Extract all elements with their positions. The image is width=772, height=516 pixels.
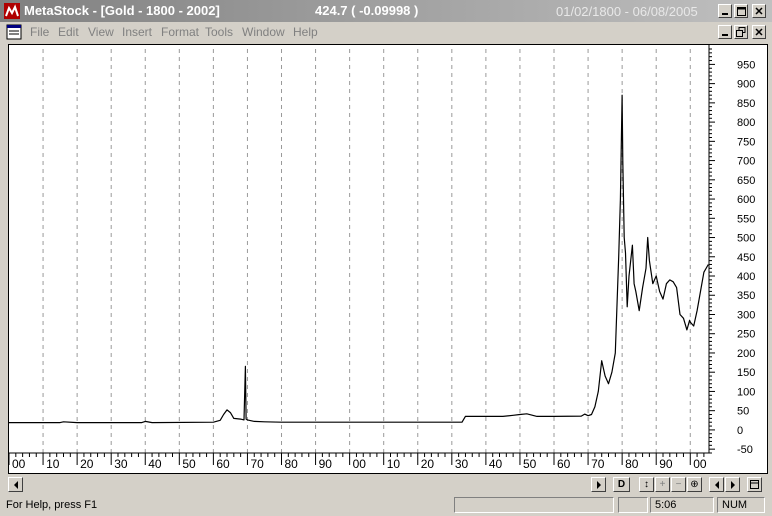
y-tick-label: 650: [737, 175, 755, 187]
scale-button[interactable]: ↕: [639, 477, 654, 492]
gold-price-line: [9, 94, 709, 424]
zoom-out-button[interactable]: −: [671, 477, 686, 492]
menu-file[interactable]: File: [30, 25, 49, 39]
x-tick-label: 40: [489, 457, 503, 471]
y-tick-label: 750: [737, 136, 755, 148]
document-icon[interactable]: [6, 24, 22, 40]
y-tick-label: 850: [737, 98, 755, 110]
menu-view[interactable]: View: [88, 25, 114, 39]
restore-icon: [736, 27, 746, 37]
x-tick-label: 10: [387, 457, 401, 471]
y-tick-label: 950: [737, 59, 755, 71]
x-tick-label: 00: [693, 457, 707, 471]
y-tick-label: 250: [737, 329, 755, 341]
doc-restore-button[interactable]: [734, 25, 748, 39]
window-title: MetaStock - [Gold - 1800 - 2002]: [24, 3, 220, 18]
x-tick-label: 00: [12, 457, 26, 471]
minimize-icon: [722, 34, 728, 36]
title-bar: MetaStock - [Gold - 1800 - 2002] 424.7 (…: [0, 0, 772, 22]
arrow-left-icon: [714, 480, 719, 489]
horizontal-scrollbar[interactable]: D ↕ + − ⊕: [8, 476, 768, 493]
chart-window[interactable]: -50 0 50 100 150 200 250 300 350 400 450 500 550 600 6…: [8, 44, 768, 474]
date-range: 01/02/1800 - 06/08/2005: [556, 4, 698, 19]
arrow-right-icon: [596, 480, 601, 489]
help-text: For Help, press F1: [6, 499, 98, 511]
menu-help[interactable]: Help: [293, 25, 318, 39]
y-tick-label: 200: [737, 348, 755, 360]
y-tick-label: 50: [737, 406, 749, 418]
x-tick-label: 00: [353, 457, 367, 471]
y-tick-label: 600: [737, 194, 755, 206]
maximize-icon: [736, 6, 746, 16]
x-tick-label: 30: [114, 457, 128, 471]
scroll-right-button[interactable]: [591, 477, 606, 492]
x-tick-label: 20: [80, 457, 94, 471]
price-readout: 424.7 ( -0.09998 ): [315, 3, 419, 18]
arrow-left-icon: [13, 480, 18, 489]
x-tick-label: 80: [625, 457, 639, 471]
status-num: NUM: [717, 497, 765, 513]
x-tick-label: 10: [46, 457, 60, 471]
x-tick-label: 70: [591, 457, 605, 471]
y-tick-label: 0: [737, 425, 743, 437]
menu-insert[interactable]: Insert: [122, 25, 152, 39]
page-right-button[interactable]: [725, 477, 740, 492]
arrow-right-icon: [730, 480, 735, 489]
menu-format[interactable]: Format: [161, 25, 199, 39]
menu-tools[interactable]: Tools: [205, 25, 233, 39]
doc-close-button[interactable]: [752, 25, 766, 39]
menu-window[interactable]: Window: [242, 25, 285, 39]
status-panel-empty-1: [454, 497, 614, 513]
doc-minimize-button[interactable]: [718, 25, 732, 39]
y-tick-label: 150: [737, 367, 755, 379]
y-tick-label: 450: [737, 252, 755, 264]
window-icon: [750, 480, 759, 489]
page-left-button[interactable]: [709, 477, 724, 492]
y-tick-label: 500: [737, 233, 755, 245]
x-tick-label: 70: [250, 457, 264, 471]
scroll-left-button[interactable]: [8, 477, 23, 492]
x-tick-label: 40: [148, 457, 162, 471]
minimize-icon: [722, 13, 728, 15]
minimize-button[interactable]: [718, 4, 732, 18]
x-tick-label: 60: [557, 457, 571, 471]
x-tick-label: 80: [285, 457, 299, 471]
fit-window-button[interactable]: [747, 477, 762, 492]
metastock-logo-icon[interactable]: [4, 3, 20, 19]
menu-bar: File Edit View Insert Format Tools Windo…: [0, 22, 772, 42]
y-tick-label: 700: [737, 156, 755, 168]
menu-edit[interactable]: Edit: [58, 25, 79, 39]
y-tick-label: 100: [737, 386, 755, 398]
zoom-in-button[interactable]: +: [655, 477, 670, 492]
close-icon: [755, 28, 763, 36]
status-panel-empty-2: [618, 497, 648, 513]
x-tick-label: 90: [319, 457, 333, 471]
status-bar: For Help, press F1 5:06 NUM: [0, 495, 772, 516]
gold-price-chart[interactable]: -50 0 50 100 150 200 250 300 350 400 450 500 550 600 6…: [9, 45, 767, 473]
x-tick-label: 90: [659, 457, 673, 471]
y-tick-label: 300: [737, 309, 755, 321]
y-tick-label: 800: [737, 117, 755, 129]
close-button[interactable]: [752, 4, 766, 18]
x-tick-label: 50: [182, 457, 196, 471]
y-tick-label: 900: [737, 79, 755, 91]
zoom-fit-button[interactable]: ⊕: [687, 477, 702, 492]
y-tick-label: 400: [737, 271, 755, 283]
x-tick-label: 50: [523, 457, 537, 471]
y-tick-label: -50: [737, 444, 753, 456]
x-tick-label: 60: [216, 457, 230, 471]
y-tick-label: 550: [737, 213, 755, 225]
maximize-button[interactable]: [734, 4, 748, 18]
x-tick-label: 30: [455, 457, 469, 471]
x-tick-label: 20: [421, 457, 435, 471]
status-time: 5:06: [650, 497, 714, 513]
close-icon: [755, 7, 763, 15]
y-tick-label: 350: [737, 290, 755, 302]
date-button[interactable]: D: [613, 477, 630, 492]
